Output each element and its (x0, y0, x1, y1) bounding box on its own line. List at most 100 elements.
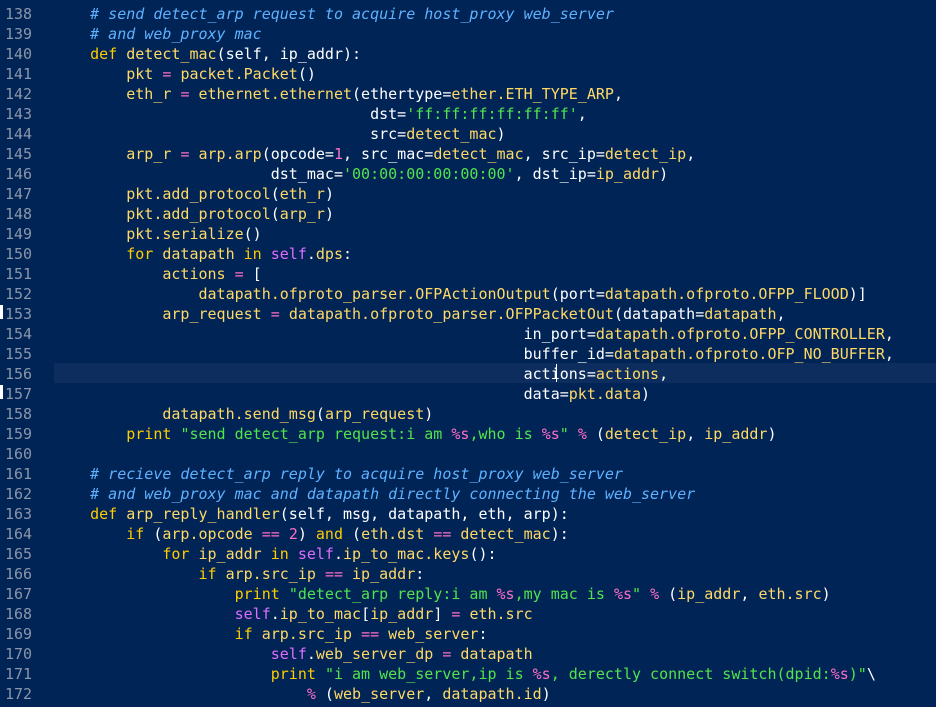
breakpoint-marker[interactable] (0, 305, 3, 319)
code-line[interactable]: actions=actions, (54, 364, 669, 384)
code-line[interactable]: data=pkt.data) (54, 384, 650, 404)
code-token: buffer_id= (54, 345, 614, 363)
code-token: detect_mac (406, 125, 497, 143)
code-line[interactable]: if (arp.opcode == 2) and (eth.dst == det… (54, 524, 569, 544)
code-token: arp_reply_handler (126, 505, 280, 523)
code-token: , src_mac= (343, 145, 434, 163)
code-line[interactable]: actions = [ (54, 264, 261, 284)
code-line[interactable]: for datapath in self.dps: (54, 244, 352, 264)
code-token: , (686, 425, 705, 443)
code-token: actions= (54, 365, 596, 383)
code-line[interactable]: print "send detect_arp request:i am %s,w… (54, 424, 777, 444)
code-line[interactable]: pkt.serialize() (54, 224, 261, 244)
code-token: arp_request (324, 405, 425, 423)
code-line[interactable]: arp_request = datapath.ofproto_parser.OF… (54, 304, 785, 324)
line-number: 155 (5, 345, 33, 363)
code-token: (ethertype= (352, 85, 452, 103)
code-token: arp_r (126, 145, 172, 163)
code-token: %s (541, 425, 560, 443)
code-line[interactable]: # recieve detect_arp reply to acquire ho… (54, 464, 623, 484)
code-area[interactable]: # send detect_arp request to acquire hos… (54, 0, 936, 707)
code-line[interactable]: # and web_proxy mac and datapath directl… (54, 484, 695, 504)
code-token: %s (496, 585, 515, 603)
code-line[interactable]: def detect_mac(self, ip_addr): (54, 44, 361, 64)
code-line[interactable]: src=detect_mac) (54, 124, 505, 144)
code-token: def (90, 45, 118, 63)
code-token: % (306, 685, 316, 703)
code-line[interactable]: self.web_server_dp = datapath (54, 644, 533, 664)
line-number-gutter[interactable]: 138 139 140 141 142 143 144 145 146 147 148 149 150 1… (0, 0, 48, 707)
code-line[interactable]: if arp.src_ip == ip_addr: (54, 564, 425, 584)
code-token: ( (144, 525, 163, 543)
code-line[interactable]: % (web_server, datapath.id) (54, 684, 551, 704)
code-token: actions (162, 265, 226, 283)
code-token: ) (324, 205, 334, 223)
code-token: (port= (550, 285, 605, 303)
code-token: in (270, 545, 289, 563)
code-token: (self, msg, datapath, eth, arp): (279, 505, 569, 523)
code-line[interactable]: # and web_proxy mac (54, 24, 262, 44)
code-line[interactable]: pkt.add_protocol(arp_r) (54, 204, 334, 224)
code-line[interactable]: eth_r = ethernet.ethernet(ethertype=ethe… (54, 84, 623, 104)
line-number: 146 (5, 165, 33, 183)
code-line[interactable]: pkt.add_protocol(eth_r) (54, 184, 334, 204)
code-token: self (270, 245, 307, 263)
code-token: ip_to_mac.keys (343, 545, 470, 563)
code-token: ip_addr (352, 565, 416, 583)
code-line[interactable]: pkt = packet.Packet() (54, 64, 316, 84)
code-token: self (297, 545, 334, 563)
code-token: ) (297, 525, 316, 543)
line-number: 172 (5, 685, 33, 703)
code-line[interactable]: arp_r = arp.arp(opcode=1, src_mac=detect… (54, 144, 695, 164)
code-token: datapath.id (442, 685, 542, 703)
code-token: " (632, 585, 642, 603)
code-token: == (433, 525, 452, 543)
code-token: , (613, 85, 623, 103)
code-line[interactable]: datapath.ofproto_parser.OFPActionOutput(… (54, 284, 867, 304)
code-token: detect_ip (604, 425, 687, 443)
code-line[interactable]: # send detect_arp request to acquire hos… (54, 4, 614, 24)
line-number: 144 (5, 125, 33, 143)
code-line[interactable]: datapath.send_msg(arp_request) (54, 404, 433, 424)
code-token: eth_r (279, 185, 325, 203)
code-token: datapath (162, 245, 235, 263)
code-line[interactable]: dst_mac='00:00:00:00:00:00', dst_ip=ip_a… (54, 164, 668, 184)
code-line[interactable]: print "detect_arp reply:i am %s,my mac i… (54, 584, 831, 604)
code-token: : (415, 565, 425, 583)
line-number: 157 (5, 385, 33, 403)
code-editor[interactable]: 138 139 140 141 142 143 144 145 146 147 148 149 150 1… (0, 0, 936, 707)
code-line[interactable]: self.ip_to_mac[ip_addr] = eth.src (54, 604, 533, 624)
code-token: ) (767, 425, 777, 443)
code-line[interactable]: def arp_reply_handler(self, msg, datapat… (54, 504, 569, 524)
code-line[interactable]: buffer_id=datapath.ofproto.OFP_NO_BUFFER… (54, 344, 894, 364)
code-token: 1 (333, 145, 343, 163)
code-token: # and web_proxy mac (54, 25, 262, 43)
code-line[interactable]: if arp.src_ip == web_server: (54, 624, 488, 644)
breakpoint-marker[interactable] (0, 385, 3, 399)
code-token: web_server (333, 685, 425, 703)
line-number: 142 (5, 85, 33, 103)
code-line[interactable]: for ip_addr in self.ip_to_mac.keys(): (54, 544, 496, 564)
code-token: : (478, 625, 488, 643)
code-line[interactable]: dst='ff:ff:ff:ff:ff:ff', (54, 104, 587, 124)
code-token: in (243, 245, 262, 263)
code-token: %s (830, 665, 849, 683)
code-line[interactable]: print "i am web_server,ip is %s, derectl… (54, 664, 876, 684)
code-line[interactable]: in_port=datapath.ofproto.OFPP_CONTROLLER… (54, 324, 894, 344)
code-token: detect_mac (460, 525, 551, 543)
code-token: detect_ip (604, 145, 687, 163)
line-number: 169 (5, 625, 33, 643)
code-token: , (424, 685, 443, 703)
